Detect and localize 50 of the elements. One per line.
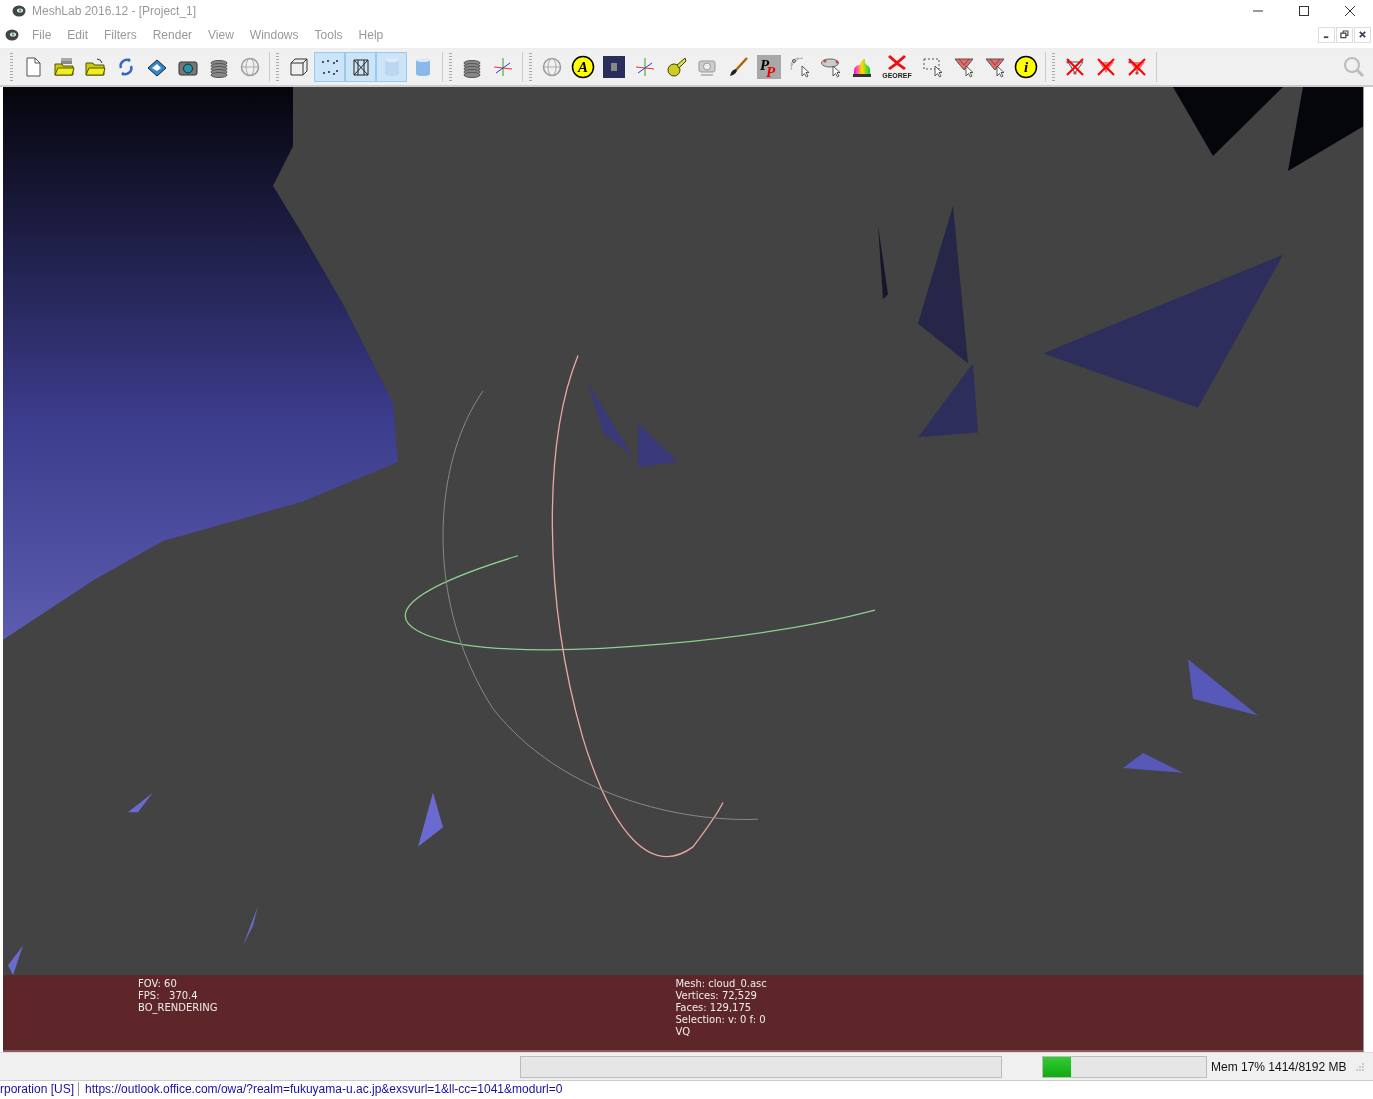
mesh-info-text: Selection: v: 0 f: 0 — [675, 1014, 767, 1027]
toolbar-button[interactable] — [345, 52, 376, 82]
open-folder-icon — [83, 56, 106, 78]
restore-icon — [1340, 30, 1349, 39]
mesh-info-text: Faces: 129,175 — [675, 1002, 753, 1015]
select-ellipse-icon — [819, 56, 842, 78]
dark-square-icon — [602, 56, 625, 78]
app-logo-icon — [12, 3, 26, 18]
select-faces-icon — [952, 56, 975, 78]
menu-item[interactable]: Edit — [60, 27, 96, 42]
background-text: rporation [US] — [0, 1082, 80, 1096]
maximize-icon — [1298, 4, 1310, 17]
menu-item[interactable]: Windows — [242, 27, 306, 42]
menu-item[interactable]: Help — [351, 27, 391, 42]
mesh-info-text: VQ — [675, 1026, 692, 1039]
render-info-text: FOV: 60 — [138, 978, 178, 991]
close-button[interactable] — [1354, 26, 1371, 43]
mesh-info-text: Vertices: 72,529 — [675, 990, 758, 1003]
restore-button[interactable] — [1336, 26, 1353, 43]
globe-dim-icon — [238, 56, 261, 78]
render-info-text: BO_RENDERING — [138, 1002, 218, 1015]
url-link[interactable]: https://outlook.office.com/owa/?realm=fukuyama-u.ac.jp&exsvurl=1&ll-cc=1041&modurl=0 — [85, 1082, 563, 1096]
tape-icon — [664, 56, 687, 78]
select-faces-icon — [983, 56, 1006, 78]
render-info-text: FPS: 370.4 — [138, 990, 199, 1003]
axes-icon — [633, 56, 656, 78]
open-project-icon — [52, 56, 75, 78]
delete-both-icon — [1125, 56, 1148, 78]
mesh-info-text: Mesh: cloud_0.asc — [675, 978, 767, 991]
minimize-button[interactable] — [1318, 26, 1335, 43]
menu-item[interactable]: View — [201, 27, 241, 42]
delete-vertices-icon — [1063, 56, 1086, 78]
memory-usage-text: Mem 17% 1414/8192 MB — [1211, 1059, 1347, 1074]
select-rect-icon — [921, 56, 944, 78]
menu-item[interactable]: Render — [145, 27, 200, 42]
window-title: MeshLab 2016.12 - [Project_1] — [32, 3, 197, 18]
globe-icon — [540, 56, 563, 78]
box-icon — [287, 56, 310, 78]
document-logo-icon — [5, 27, 19, 42]
menu-item[interactable]: File — [25, 27, 59, 42]
close-icon — [1358, 30, 1367, 39]
toolbar-button[interactable] — [314, 52, 345, 82]
select-arc-icon — [788, 56, 811, 78]
menu-item[interactable]: Tools — [307, 27, 350, 42]
menu-item[interactable]: Filters — [97, 27, 144, 42]
resize-grip-icon[interactable] — [1355, 1061, 1365, 1072]
axes-icon — [491, 56, 514, 78]
close-icon — [1344, 4, 1356, 17]
delete-faces-icon — [1094, 56, 1117, 78]
bunny-icon — [850, 56, 873, 78]
